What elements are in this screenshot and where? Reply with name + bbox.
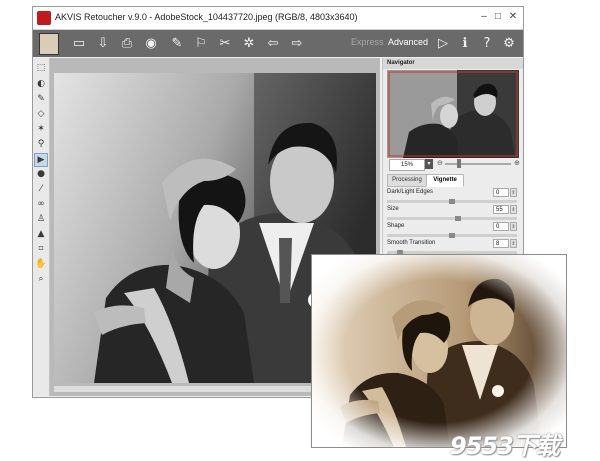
crop-select-tool-icon[interactable]: ⬚: [35, 62, 47, 74]
stamp-tool-icon[interactable]: ⚲: [35, 138, 47, 150]
title-bar: AKVIS Retoucher v.9.0 - AdobeStock_10443…: [33, 7, 523, 30]
gear-icon[interactable]: ⚙: [501, 36, 517, 52]
maximize-button[interactable]: □: [491, 10, 505, 24]
chain-tool-icon[interactable]: ∞: [35, 198, 47, 210]
navigator-header: Navigator: [383, 58, 523, 69]
zoom-out-icon[interactable]: ⊖: [437, 159, 443, 167]
shape-field[interactable]: 0: [493, 222, 509, 231]
app-logo-icon: [37, 11, 51, 25]
info-icon[interactable]: ℹ: [457, 36, 473, 52]
zoom-slider[interactable]: [445, 163, 511, 165]
minimize-button[interactable]: –: [477, 10, 491, 24]
magic-wand-tool-icon[interactable]: ✶: [35, 123, 47, 135]
canvas-icon[interactable]: [39, 33, 59, 55]
presets-icon[interactable]: ✂: [217, 36, 233, 52]
size-label: Size: [387, 206, 399, 212]
redo-icon[interactable]: ⇨: [289, 36, 305, 52]
crop-tool-icon[interactable]: ⌗: [35, 243, 47, 255]
zoom-field[interactable]: 15%: [389, 159, 425, 171]
size-spinner[interactable]: ⇕: [510, 205, 517, 214]
share-icon[interactable]: ◉: [143, 36, 159, 52]
dark-light-edges-thumb[interactable]: [449, 199, 455, 204]
brush-tool-icon[interactable]: ✎: [35, 93, 47, 105]
smooth-transition-field[interactable]: 8: [493, 239, 509, 248]
zoom-slider-knob[interactable]: [457, 159, 462, 168]
main-toolbar: ▭ ⇩ ⎙ ◉ ✎ ⚐ ✂ ✲ ⇦ ⇨ Express Advanced ▷ ℹ…: [33, 30, 523, 57]
tab-vignette[interactable]: Vignette: [426, 174, 464, 187]
size-slider[interactable]: [387, 217, 517, 220]
vignette-result-photo: [311, 254, 567, 448]
compare-icon[interactable]: ⚐: [193, 36, 209, 52]
help-icon[interactable]: ?: [479, 36, 495, 52]
dark-light-edges-field[interactable]: 0: [493, 188, 509, 197]
zoom-in-icon[interactable]: ⊕: [514, 159, 520, 167]
hand-tool-icon[interactable]: ✋: [35, 258, 47, 270]
run-tool-icon[interactable]: ▶: [34, 153, 48, 167]
tab-processing[interactable]: Processing: [387, 174, 427, 187]
smudge-tool-icon[interactable]: ●: [35, 168, 47, 180]
smooth-transition-label: Smooth Transition: [387, 240, 436, 246]
bucket-tool-icon[interactable]: ▲: [35, 228, 47, 240]
express-mode-button[interactable]: Express: [351, 37, 384, 47]
dark-light-edges-spinner[interactable]: ⇕: [510, 188, 517, 197]
settings-icon[interactable]: ✲: [241, 36, 257, 52]
close-button[interactable]: ✕: [506, 10, 520, 24]
size-thumb[interactable]: [455, 216, 462, 221]
print-icon[interactable]: ⎙: [119, 36, 135, 52]
eyedropper-tool-icon[interactable]: ⁄: [35, 183, 47, 195]
clone-tool-icon[interactable]: ♙: [35, 213, 47, 225]
window-title: AKVIS Retoucher v.9.0 - AdobeStock_10443…: [55, 12, 358, 22]
shape-thumb[interactable]: [449, 233, 455, 238]
play-icon[interactable]: ▷: [435, 36, 451, 52]
zoom-tool-icon[interactable]: ⌕: [35, 273, 47, 285]
undo-icon[interactable]: ⇦: [265, 36, 281, 52]
smooth-transition-spinner[interactable]: ⇕: [510, 239, 517, 248]
restore-tool-icon[interactable]: ◐: [35, 78, 47, 90]
run-icon[interactable]: ✎: [169, 36, 185, 52]
size-field[interactable]: 55: [493, 205, 509, 214]
save-icon[interactable]: ⇩: [95, 36, 111, 52]
watermark-logo: 9553下载: [450, 432, 560, 460]
open-icon[interactable]: ▭: [71, 36, 87, 52]
zoom-dropdown-icon[interactable]: ▾: [425, 159, 433, 169]
tool-palette: ⬚ ◐ ✎ ◇ ✶ ⚲ ▶ ● ⁄ ∞ ♙ ▲ ⌗ ✋ ⌕: [33, 58, 50, 396]
shape-label: Shape: [387, 223, 405, 229]
advanced-mode-button[interactable]: Advanced: [388, 37, 428, 47]
dark-light-edges-label: Dark/Light Edges: [387, 189, 434, 195]
eraser-tool-icon[interactable]: ◇: [35, 108, 47, 120]
navigator-preview[interactable]: [387, 70, 519, 158]
shape-spinner[interactable]: ⇕: [510, 222, 517, 231]
